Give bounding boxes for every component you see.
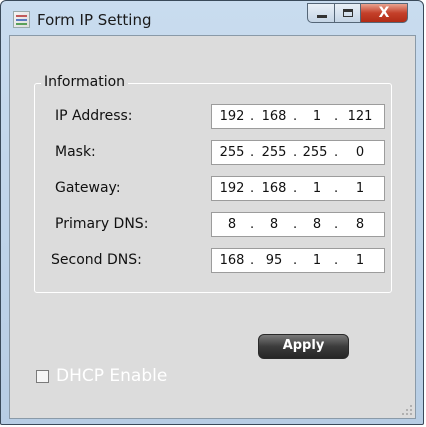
- octet[interactable]: 168: [218, 253, 246, 268]
- octet[interactable]: 168: [260, 181, 288, 196]
- window-title: Form IP Setting: [37, 11, 152, 29]
- app-icon: [13, 11, 30, 28]
- primary-dns-field[interactable]: 8 . 8 . 8 . 8: [211, 212, 385, 237]
- form-ip-setting-window: Form IP Setting X Information IP Address…: [0, 0, 424, 425]
- second-dns-field[interactable]: 168 . 95 . 1 . 1: [211, 248, 385, 273]
- octet[interactable]: 0: [344, 145, 376, 160]
- resize-grip-icon[interactable]: [402, 405, 412, 415]
- second-dns-label: Second DNS:: [51, 252, 142, 268]
- octet[interactable]: 8: [344, 217, 376, 232]
- close-button[interactable]: X: [360, 3, 408, 23]
- octet[interactable]: 192: [218, 109, 246, 124]
- primary-dns-label: Primary DNS:: [55, 216, 149, 232]
- group-title: Information: [41, 74, 129, 90]
- dot-separator: .: [334, 253, 339, 268]
- dot-separator: .: [250, 253, 255, 268]
- dhcp-enable-checkbox[interactable]: [36, 370, 49, 383]
- minimize-icon: [317, 15, 327, 18]
- octet[interactable]: 255: [260, 145, 288, 160]
- maximize-button[interactable]: [334, 3, 361, 23]
- dot-separator: .: [334, 109, 339, 124]
- dhcp-enable-label[interactable]: DHCP Enable: [56, 366, 167, 386]
- octet[interactable]: 255: [300, 145, 330, 160]
- octet[interactable]: 255: [218, 145, 246, 160]
- apply-button[interactable]: Apply: [258, 334, 349, 359]
- minimize-button[interactable]: [307, 3, 335, 23]
- gateway-label: Gateway:: [55, 180, 121, 196]
- dot-separator: .: [250, 181, 255, 196]
- octet[interactable]: 168: [260, 109, 288, 124]
- mask-label: Mask:: [55, 144, 96, 160]
- octet[interactable]: 8: [260, 217, 288, 232]
- dot-separator: .: [334, 145, 339, 160]
- client-area: Information IP Address: 192 . 168 . 1 . …: [9, 35, 416, 419]
- close-icon: X: [378, 5, 390, 21]
- octet[interactable]: 121: [344, 109, 376, 124]
- dot-separator: .: [293, 217, 298, 232]
- octet[interactable]: 1: [304, 109, 330, 124]
- octet[interactable]: 1: [344, 253, 376, 268]
- dot-separator: .: [293, 109, 298, 124]
- octet[interactable]: 8: [218, 217, 246, 232]
- dot-separator: .: [334, 181, 339, 196]
- ip-address-label: IP Address:: [55, 108, 133, 124]
- dot-separator: .: [293, 145, 298, 160]
- dot-separator: .: [250, 109, 255, 124]
- octet[interactable]: 192: [218, 181, 246, 196]
- octet[interactable]: 1: [304, 181, 330, 196]
- mask-field[interactable]: 255 . 255 . 255 . 0: [211, 140, 385, 165]
- ip-address-field[interactable]: 192 . 168 . 1 . 121: [211, 104, 385, 129]
- dot-separator: .: [250, 145, 255, 160]
- dot-separator: .: [250, 217, 255, 232]
- dot-separator: .: [293, 181, 298, 196]
- octet[interactable]: 8: [304, 217, 330, 232]
- information-groupbox: Information IP Address: 192 . 168 . 1 . …: [34, 74, 392, 293]
- title-bar[interactable]: Form IP Setting X: [1, 1, 423, 35]
- maximize-icon: [343, 9, 353, 17]
- gateway-field[interactable]: 192 . 168 . 1 . 1: [211, 176, 385, 201]
- dot-separator: .: [334, 217, 339, 232]
- dot-separator: .: [293, 253, 298, 268]
- octet[interactable]: 1: [344, 181, 376, 196]
- octet[interactable]: 95: [260, 253, 288, 268]
- octet[interactable]: 1: [304, 253, 330, 268]
